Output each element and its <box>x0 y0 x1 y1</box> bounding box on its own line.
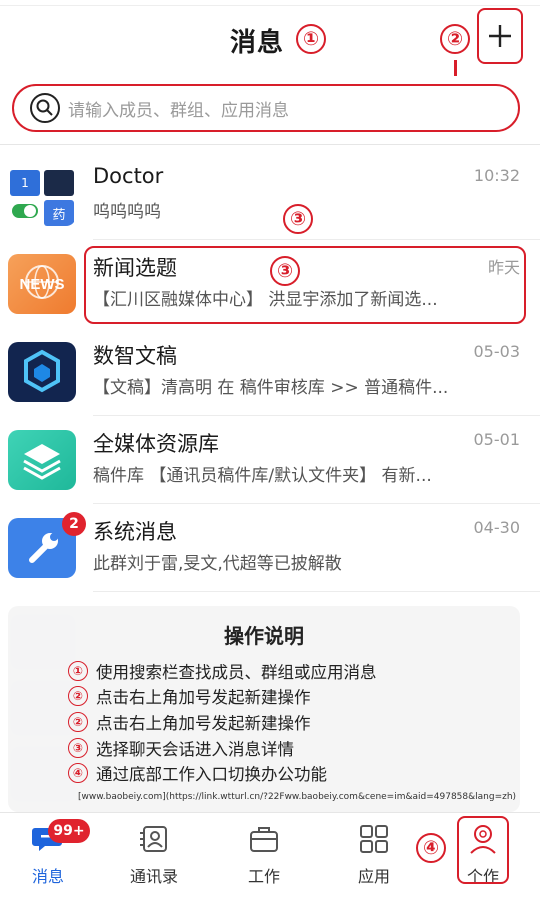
annotation-marker-2: ② <box>440 24 470 54</box>
search-icon <box>30 93 60 123</box>
conversation-time: 04-30 <box>473 518 521 537</box>
avatar-tile: 药 <box>44 200 74 226</box>
tab-label: 应用 <box>357 867 390 886</box>
search-bar[interactable]: 请输入成员、群组、应用消息 <box>12 84 520 132</box>
header: 消息 ① ② <box>0 0 540 80</box>
add-button[interactable] <box>477 8 523 64</box>
source-link-text: [www.baobeiy.com](https://link.wtturl.cn… <box>78 792 517 802</box>
conversation-time: 昨天 <box>487 258 520 277</box>
step-text: 选择聊天会话进入消息详情 <box>96 739 294 759</box>
avatar-docs <box>8 342 76 402</box>
plus-icon <box>489 25 511 47</box>
annotation-marker-3: ③ <box>283 204 313 234</box>
tab-label: 消息 <box>31 867 64 886</box>
divider <box>0 144 540 145</box>
conversation-item-news-topics[interactable]: NEWS 新闻选题 【汇川区融媒体中心】 洪显宇添加了新闻选... 昨天 ③ <box>0 240 540 328</box>
instruction-card: 操作说明 ① 使用搜索栏查找成员、群组或应用消息 ② 点击右上角加号发起新建操作… <box>8 606 520 812</box>
conversation-item-smart-docs[interactable]: 数智文稿 【文稿】清高明 在 稿件审核库 >> 普通稿件... 05-03 <box>0 328 540 416</box>
conversation-name: 数智文稿 <box>93 344 177 368</box>
instruction-step: ② 点击右上角加号发起新建操作 <box>68 684 377 710</box>
conversation-preview: 【汇川区融媒体中心】 洪显宇添加了新闻选... <box>93 290 438 310</box>
step-number: ④ <box>68 763 88 784</box>
tab-work[interactable]: 工作 <box>224 823 304 887</box>
page-title: 消息 <box>230 28 285 58</box>
briefcase-icon <box>224 823 304 855</box>
conversation-preview: 此群刘于雷,旻文,代超等已披解散 <box>93 554 342 574</box>
step-text: 通过底部工作入口切换办公功能 <box>96 765 327 785</box>
instruction-step: ② 点击右上角加号发起新建操作 <box>68 709 377 735</box>
instruction-step: ① 使用搜索栏查找成员、群组或应用消息 <box>68 658 377 684</box>
search-placeholder: 请输入成员、群组、应用消息 <box>68 100 289 121</box>
annotation-connector <box>454 60 457 76</box>
instruction-title: 操作说明 <box>224 624 304 648</box>
avatar-tile <box>44 170 74 196</box>
grid-icon <box>334 823 414 855</box>
contacts-icon <box>114 823 194 855</box>
conversation-item-doctor[interactable]: 1 药 Doctor 呜呜呜呜 10:32 <box>0 152 540 240</box>
conversation-name: 系统消息 <box>93 520 177 544</box>
step-number: ① <box>68 660 88 681</box>
unread-count-badge: 99+ <box>48 819 90 843</box>
annotation-highlight <box>457 816 509 884</box>
avatar-media <box>8 430 76 490</box>
step-number: ② <box>68 711 88 732</box>
tab-label: 通讯录 <box>129 867 178 886</box>
conversation-preview: 【文稿】清高明 在 稿件审核库 >> 普通稿件... <box>93 378 449 398</box>
conversation-preview: 稿件库 【通讯员稿件库/默认文件夹】 有新... <box>93 466 432 486</box>
step-number: ② <box>68 686 88 707</box>
avatar-doctor: 1 药 <box>8 166 76 226</box>
conversation-time: 05-03 <box>473 342 521 361</box>
conversation-item-system[interactable]: 2 系统消息 此群刘于雷,旻文,代超等已披解散 04-30 <box>0 504 540 592</box>
avatar-label: NEWS <box>19 276 65 293</box>
conversation-name: 新闻选题 <box>93 256 177 280</box>
step-number: ③ <box>68 737 88 758</box>
instruction-steps: ① 使用搜索栏查找成员、群组或应用消息 ② 点击右上角加号发起新建操作 ② 点击… <box>68 658 377 786</box>
avatar-news: NEWS <box>8 254 76 314</box>
instruction-step: ④ 通过底部工作入口切换办公功能 <box>68 760 377 786</box>
step-text: 点击右上角加号发起新建操作 <box>96 688 311 708</box>
avatar-tile: 1 <box>10 170 40 196</box>
conversation-name: 全媒体资源库 <box>93 432 219 456</box>
instruction-step: ③ 选择聊天会话进入消息详情 <box>68 735 377 761</box>
step-text: 使用搜索栏查找成员、群组或应用消息 <box>96 662 377 682</box>
toggle-icon <box>12 204 38 218</box>
conversation-item-media-library[interactable]: 全媒体资源库 稿件库 【通讯员稿件库/默认文件夹】 有新... 05-01 <box>0 416 540 504</box>
unread-badge: 2 <box>62 512 86 536</box>
step-text: 点击右上角加号发起新建操作 <box>96 713 311 733</box>
row-divider <box>93 591 540 592</box>
tab-contacts[interactable]: 通讯录 <box>114 823 194 887</box>
tab-apps[interactable]: 应用 <box>334 823 414 887</box>
layers-icon <box>23 444 61 480</box>
conversation-name: Doctor <box>93 164 164 188</box>
conversation-time: 10:32 <box>473 166 520 185</box>
cube-icon <box>24 349 60 393</box>
annotation-marker-1: ① <box>296 24 326 54</box>
annotation-marker-3: ③ <box>270 256 300 286</box>
annotation-marker-4: ④ <box>416 833 446 863</box>
tab-label: 工作 <box>247 867 280 886</box>
conversation-time: 05-01 <box>473 430 521 449</box>
